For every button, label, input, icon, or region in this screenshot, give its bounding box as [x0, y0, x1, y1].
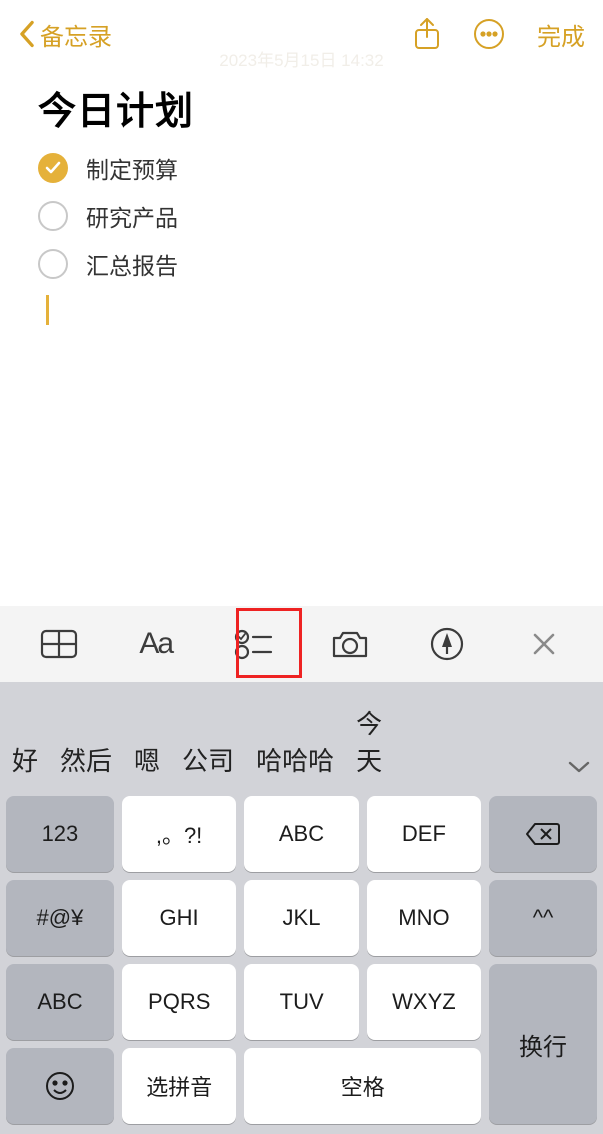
table-icon [40, 629, 78, 659]
expand-suggestions-button[interactable] [567, 760, 591, 774]
checklist-item-text[interactable]: 制定预算 [86, 151, 178, 185]
key-emoticon[interactable]: ^^ [489, 880, 597, 956]
key-enter[interactable]: 换行 [489, 964, 597, 1124]
back-label: 备忘录 [40, 17, 112, 52]
key-emoji[interactable] [6, 1048, 114, 1124]
key-jkl[interactable]: JKL [244, 880, 358, 956]
smile-icon [45, 1071, 75, 1101]
key-symbols[interactable]: #@¥ [6, 880, 114, 956]
suggestion[interactable]: 好 [12, 741, 38, 778]
suggestion[interactable]: 今天 [356, 704, 404, 778]
markup-button[interactable] [425, 622, 469, 666]
text-cursor [46, 295, 49, 325]
more-button[interactable] [473, 18, 505, 50]
key-ghi[interactable]: GHI [122, 880, 236, 956]
note-content[interactable]: 今日计划 制定预算 研究产品 汇总报告 [0, 68, 603, 606]
suggestion[interactable]: 嗯 [134, 741, 160, 778]
backspace-icon [525, 821, 561, 847]
camera-button[interactable] [328, 622, 372, 666]
chevron-down-icon [567, 760, 591, 774]
checklist-item[interactable]: 制定预算 [38, 151, 565, 185]
key-pqrs[interactable]: PQRS [122, 964, 237, 1040]
key-mno[interactable]: MNO [367, 880, 481, 956]
checklist-item-text[interactable]: 研究产品 [86, 199, 178, 233]
camera-icon [330, 628, 370, 660]
suggestion-bar: 好 然后 嗯 公司 哈哈哈 今天 [0, 682, 603, 796]
format-toolbar: Aa [0, 606, 603, 682]
dismiss-toolbar-button[interactable] [522, 622, 566, 666]
checklist-item[interactable]: 研究产品 [38, 199, 565, 233]
checklist-item-text[interactable]: 汇总报告 [86, 247, 178, 281]
checkmark-icon [44, 159, 62, 177]
key-def[interactable]: DEF [367, 796, 481, 872]
chevron-left-icon [18, 20, 36, 48]
checklist-item[interactable]: 汇总报告 [38, 247, 565, 281]
done-button[interactable]: 完成 [537, 17, 585, 52]
key-123[interactable]: 123 [6, 796, 114, 872]
key-abc-mode[interactable]: ABC [6, 964, 114, 1040]
ellipsis-circle-icon [473, 18, 505, 50]
key-abc[interactable]: ABC [244, 796, 358, 872]
checkbox-checked[interactable] [38, 153, 68, 183]
keyboard: 好 然后 嗯 公司 哈哈哈 今天 123 ,。?! ABC DEF #@¥ GH… [0, 682, 603, 1134]
close-icon [531, 631, 557, 657]
timestamp-watermark: 2023年5月15日 14:32 [219, 46, 383, 71]
pen-circle-icon [430, 627, 464, 661]
suggestion[interactable]: 哈哈哈 [256, 741, 334, 778]
share-button[interactable] [413, 17, 441, 51]
share-icon [413, 17, 441, 51]
key-tuv[interactable]: TUV [244, 964, 358, 1040]
key-space[interactable]: 空格 [244, 1048, 481, 1124]
table-button[interactable] [37, 622, 81, 666]
checkbox-unchecked[interactable] [38, 201, 68, 231]
suggestion[interactable]: 然后 [60, 741, 112, 778]
text-format-button[interactable]: Aa [134, 622, 178, 666]
key-backspace[interactable] [489, 796, 597, 872]
suggestion[interactable]: 公司 [182, 741, 234, 778]
note-title[interactable]: 今日计划 [38, 80, 565, 135]
key-pinyin[interactable]: 选拼音 [122, 1048, 237, 1124]
key-wxyz[interactable]: WXYZ [367, 964, 481, 1040]
key-punct[interactable]: ,。?! [122, 796, 236, 872]
checkbox-unchecked[interactable] [38, 249, 68, 279]
back-button[interactable]: 备忘录 [18, 17, 112, 52]
highlight-annotation [236, 608, 302, 678]
